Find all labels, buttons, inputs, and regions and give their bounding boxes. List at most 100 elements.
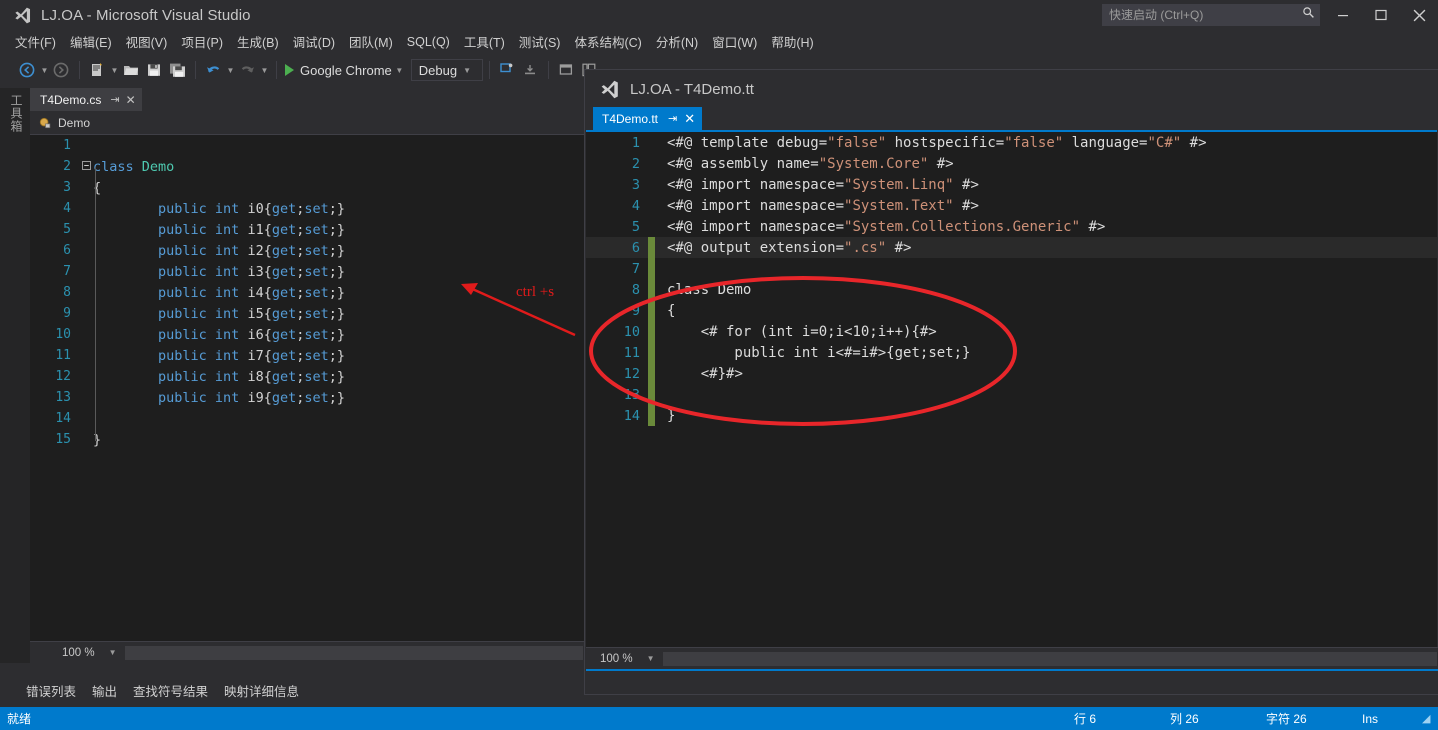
open-file-icon[interactable] xyxy=(120,59,142,81)
quick-launch[interactable] xyxy=(1102,4,1320,26)
pin-icon[interactable]: ⇥ xyxy=(668,112,677,125)
menu-item-12[interactable]: 窗口(W) xyxy=(705,29,764,54)
line-number: 5 xyxy=(30,222,80,237)
t4-template-editor[interactable]: 1<#@ template debug="false" hostspecific… xyxy=(586,132,1437,662)
close-icon[interactable]: ✕ xyxy=(684,111,695,127)
toolbox-panel-strip[interactable]: 工具箱 xyxy=(0,88,30,663)
panel-tab-3[interactable]: 映射详细信息 xyxy=(224,681,299,700)
navigate-forward-icon[interactable] xyxy=(50,59,72,81)
save-all-icon[interactable] xyxy=(166,59,188,81)
start-debugging-button[interactable]: Google Chrome xyxy=(283,59,394,81)
navigation-bar[interactable]: Demo xyxy=(30,111,585,135)
new-project-dropdown-icon[interactable]: ▼ xyxy=(109,66,120,75)
fold-toggle-icon[interactable] xyxy=(80,161,93,173)
unsaved-change-bar xyxy=(648,321,655,342)
code-text: public int i2{get;set;} xyxy=(93,243,345,259)
code-line: 13 public int i9{get;set;} xyxy=(30,387,585,408)
resize-grip-icon[interactable]: ◢ xyxy=(1422,712,1438,725)
menu-item-1[interactable]: 编辑(E) xyxy=(63,29,119,54)
template-text: <#@ import namespace="System.Text" #> xyxy=(667,198,979,214)
maximize-icon[interactable] xyxy=(1362,0,1400,30)
status-insert-mode: Ins xyxy=(1362,712,1422,726)
change-bar-spacer xyxy=(648,174,655,195)
undo-icon[interactable] xyxy=(202,59,224,81)
change-bar-spacer xyxy=(648,216,655,237)
line-number: 11 xyxy=(30,348,80,363)
chevron-down-icon[interactable]: ▼ xyxy=(109,648,117,657)
line-number: 5 xyxy=(586,219,648,235)
chevron-down-icon[interactable]: ▼ xyxy=(463,66,478,75)
tab-t4demo-cs[interactable]: T4Demo.cs ⇥ ✕ xyxy=(30,88,142,111)
menu-item-0[interactable]: 文件(F) xyxy=(8,29,63,54)
tab-t4demo-tt[interactable]: T4Demo.tt ⇥ ✕ xyxy=(593,107,702,130)
menu-item-10[interactable]: 体系结构(C) xyxy=(567,29,648,54)
undo-dropdown-icon[interactable]: ▼ xyxy=(225,66,236,75)
navigate-back-icon[interactable] xyxy=(16,59,38,81)
code-line: 15} xyxy=(30,429,585,450)
unsaved-change-bar xyxy=(648,237,655,258)
template-text: } xyxy=(667,408,675,424)
toolbar-separator xyxy=(79,61,80,79)
tab-label: T4Demo.cs xyxy=(40,93,101,107)
floating-zoom-value: 100 % xyxy=(600,653,633,665)
solution-configuration-value: Debug xyxy=(419,63,457,78)
navigation-class-name: Demo xyxy=(58,116,90,130)
quick-launch-input[interactable] xyxy=(1103,8,1297,22)
attach-process-icon[interactable] xyxy=(496,59,518,81)
floating-horizontal-scrollbar[interactable] xyxy=(663,652,1437,666)
step-icon[interactable] xyxy=(519,59,541,81)
redo-icon[interactable] xyxy=(236,59,258,81)
window-layout-icon[interactable] xyxy=(555,59,577,81)
minimize-icon[interactable] xyxy=(1324,0,1362,30)
chevron-down-icon[interactable]: ▼ xyxy=(647,654,655,663)
menu-item-11[interactable]: 分析(N) xyxy=(649,29,705,54)
menu-item-3[interactable]: 项目(P) xyxy=(174,29,230,54)
template-line: 14} xyxy=(586,405,1437,426)
status-right-group: 行 6 列 26 字符 26 Ins ◢ xyxy=(1074,710,1438,727)
menu-item-6[interactable]: 团队(M) xyxy=(342,29,400,54)
status-character: 字符 26 xyxy=(1266,710,1362,727)
menu-item-4[interactable]: 生成(B) xyxy=(230,29,286,54)
template-text: <#@ import namespace="System.Linq" #> xyxy=(667,177,979,193)
code-line: 2class Demo xyxy=(30,156,585,177)
close-icon[interactable]: ✕ xyxy=(126,93,136,107)
search-icon[interactable] xyxy=(1297,6,1319,24)
code-line: 14 xyxy=(30,408,585,429)
floating-zoom-control[interactable]: 100 % ▼ xyxy=(600,653,655,665)
left-editor-status-row: 100 % ▼ xyxy=(30,641,585,663)
play-icon xyxy=(285,64,294,76)
shortcut-annotation-label: ctrl +s xyxy=(516,284,554,301)
save-icon[interactable] xyxy=(143,59,165,81)
solution-configuration-combo[interactable]: Debug ▼ xyxy=(411,59,483,81)
status-line: 行 6 xyxy=(1074,710,1170,727)
change-bar-spacer xyxy=(648,195,655,216)
line-number: 13 xyxy=(586,387,648,403)
template-line: 4<#@ import namespace="System.Text" #> xyxy=(586,195,1437,216)
close-icon[interactable] xyxy=(1400,0,1438,30)
template-line: 9{ xyxy=(586,300,1437,321)
panel-tab-2[interactable]: 查找符号结果 xyxy=(133,681,208,700)
pin-icon[interactable]: ⇥ xyxy=(110,93,119,106)
new-project-icon[interactable] xyxy=(86,59,108,81)
unsaved-change-bar xyxy=(648,363,655,384)
template-line: 1<#@ template debug="false" hostspecific… xyxy=(586,132,1437,153)
menu-item-5[interactable]: 调试(D) xyxy=(286,29,342,54)
left-zoom-control[interactable]: 100 % ▼ xyxy=(62,647,117,659)
start-target-dropdown-icon[interactable]: ▼ xyxy=(394,66,405,75)
toolbar-separator xyxy=(489,61,490,79)
menu-item-13[interactable]: 帮助(H) xyxy=(764,29,820,54)
menu-item-9[interactable]: 测试(S) xyxy=(512,29,568,54)
menu-item-7[interactable]: SQL(Q) xyxy=(400,32,457,52)
template-line: 7 xyxy=(586,258,1437,279)
menu-item-8[interactable]: 工具(T) xyxy=(457,29,512,54)
line-number: 3 xyxy=(586,177,648,193)
panel-tab-1[interactable]: 输出 xyxy=(92,681,117,700)
redo-dropdown-icon[interactable]: ▼ xyxy=(259,66,270,75)
menu-item-2[interactable]: 视图(V) xyxy=(119,29,175,54)
left-document-well: T4Demo.cs ⇥ ✕ Demo 12class Demo3{4 publi… xyxy=(30,88,585,663)
left-horizontal-scrollbar[interactable] xyxy=(125,646,583,660)
panel-tab-0[interactable]: 错误列表 xyxy=(26,681,76,700)
navigate-back-dropdown-icon[interactable]: ▼ xyxy=(39,66,50,75)
left-code-editor[interactable]: 12class Demo3{4 public int i0{get;set;}5… xyxy=(30,135,585,641)
code-line: 10 public int i6{get;set;} xyxy=(30,324,585,345)
